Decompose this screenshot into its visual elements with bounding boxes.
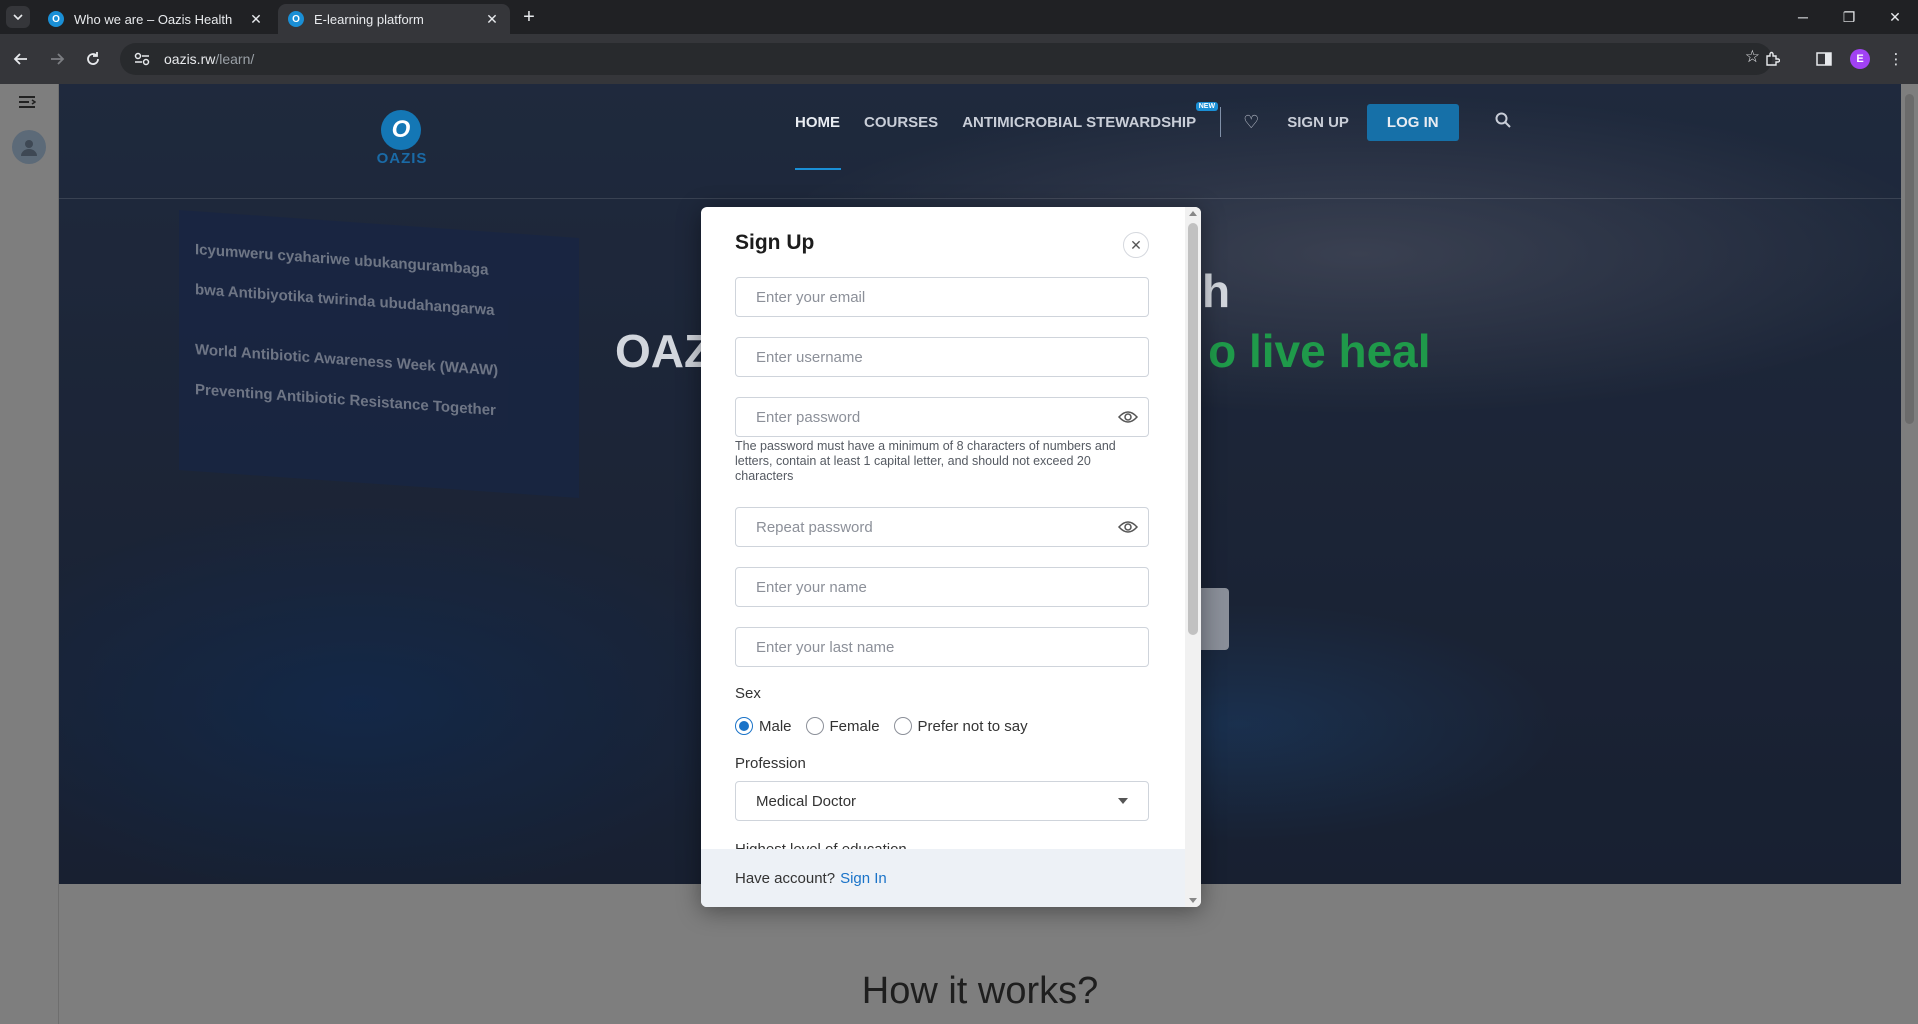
- reload-icon: [87, 52, 99, 65]
- address-bar[interactable]: oazis.rw/learn/ ☆: [120, 43, 1772, 75]
- nav-stewardship-label: ANTIMICROBIAL STEWARDSHIP: [962, 113, 1197, 131]
- nav-signup[interactable]: SIGN UP: [1287, 114, 1349, 131]
- scroll-up-arrow-icon[interactable]: [1189, 211, 1197, 216]
- back-button[interactable]: [9, 47, 33, 71]
- education-label: Highest level of education: [735, 841, 907, 849]
- nav-active-indicator: [795, 168, 841, 170]
- radio-label: Male: [759, 717, 792, 735]
- sex-radio-group: Male Female Prefer not to say: [735, 717, 1042, 735]
- profession-value: Medical Doctor: [756, 792, 857, 810]
- user-avatar-icon[interactable]: [12, 130, 46, 164]
- modal-title: Sign Up: [735, 231, 815, 254]
- browser-menu-icon[interactable]: ⋮: [1884, 47, 1908, 71]
- tab-search-button[interactable]: [6, 6, 30, 28]
- how-it-works-title: How it works?: [861, 970, 1099, 1012]
- oazis-logo-icon: O: [381, 110, 421, 150]
- radio-label: Prefer not to say: [917, 717, 1028, 735]
- browser-tab-elearning[interactable]: O E-learning platform ✕: [278, 4, 510, 34]
- side-panel-icon[interactable]: [1812, 47, 1836, 71]
- footer-text: Have account?: [735, 869, 836, 887]
- login-button[interactable]: LOG IN: [1366, 103, 1459, 141]
- site-info-icon[interactable]: [126, 47, 158, 71]
- header-divider: [59, 198, 1901, 199]
- radio-label: Female: [829, 717, 880, 735]
- modal-footer: Have account? Sign In: [701, 849, 1185, 907]
- browser-toolbar: oazis.rw/learn/ ☆ E ⋮: [0, 34, 1918, 84]
- radio-prefer-not-to-say[interactable]: Prefer not to say: [893, 717, 1028, 735]
- site-nav: HOME COURSES ANTIMICROBIAL STEWARDSHIP NE…: [795, 101, 1511, 141]
- nav-stewardship[interactable]: ANTIMICROBIAL STEWARDSHIP NEW: [962, 101, 1219, 131]
- profession-select[interactable]: Medical Doctor: [735, 781, 1149, 821]
- signup-modal: Sign Up ✕ The password must have a minim…: [701, 207, 1201, 907]
- password-hint: The password must have a minimum of 8 ch…: [735, 439, 1116, 483]
- bookmark-star-icon[interactable]: ☆: [1745, 47, 1760, 67]
- repeat-password-field[interactable]: [735, 507, 1149, 547]
- sign-in-link[interactable]: Sign In: [840, 870, 887, 887]
- hero-title-left: OAZ: [615, 325, 713, 377]
- restore-button[interactable]: ❐: [1826, 0, 1872, 34]
- modal-scrollbar[interactable]: [1185, 207, 1201, 907]
- username-field[interactable]: [735, 337, 1149, 377]
- new-badge: NEW: [1195, 101, 1219, 111]
- forward-button[interactable]: [45, 47, 69, 71]
- close-icon[interactable]: ✕: [484, 11, 500, 28]
- nav-courses[interactable]: COURSES: [864, 114, 938, 131]
- hero-button-fragment[interactable]: [1199, 588, 1229, 650]
- scroll-down-arrow-icon[interactable]: [1189, 898, 1197, 903]
- radio-male[interactable]: Male: [735, 717, 792, 735]
- tab-title: Who we are – Oazis Health: [74, 11, 233, 27]
- close-icon[interactable]: ✕: [1123, 232, 1149, 258]
- site-logo[interactable]: O OAZIS: [367, 110, 431, 180]
- profession-label: Profession: [735, 755, 806, 772]
- menu-icon[interactable]: [18, 92, 40, 114]
- profile-avatar[interactable]: E: [1850, 49, 1870, 69]
- nav-home[interactable]: HOME: [795, 114, 840, 131]
- sex-label: Sex: [735, 685, 761, 702]
- radio-circle-checked[interactable]: [735, 717, 753, 735]
- oazis-favicon-icon: O: [288, 11, 304, 27]
- tab-title: E-learning platform: [314, 11, 424, 27]
- heart-icon[interactable]: ♡: [1243, 112, 1259, 133]
- page-scrollbar-thumb[interactable]: [1905, 94, 1914, 424]
- nav-divider: [1220, 107, 1222, 137]
- radio-female[interactable]: Female: [805, 717, 880, 735]
- minimize-button[interactable]: ─: [1780, 0, 1826, 34]
- arrow-left-icon: [13, 53, 27, 65]
- eye-icon[interactable]: [1117, 507, 1139, 547]
- modal-scrollbar-thumb[interactable]: [1188, 223, 1198, 635]
- side-rail: [0, 84, 59, 1024]
- browser-tab-who-we-are[interactable]: O Who we are – Oazis Health ✕: [38, 4, 274, 34]
- browser-tabstrip: O Who we are – Oazis Health ✕ O E-learni…: [0, 0, 1918, 34]
- hero-title-accent: o live heal: [1208, 325, 1431, 377]
- eye-icon[interactable]: [1117, 397, 1139, 437]
- arrow-right-icon: [51, 53, 65, 65]
- window-close-button[interactable]: ✕: [1872, 0, 1918, 34]
- page-scrollbar[interactable]: [1901, 84, 1918, 1024]
- url-host: oazis.rw: [164, 51, 216, 67]
- new-tab-button[interactable]: +: [518, 6, 540, 28]
- search-icon[interactable]: [1495, 112, 1511, 133]
- url-text: oazis.rw/learn/: [164, 51, 254, 67]
- reload-button[interactable]: [81, 47, 105, 71]
- radio-circle[interactable]: [805, 717, 824, 735]
- signup-modal-body: Sign Up ✕ The password must have a minim…: [701, 207, 1185, 849]
- chevron-down-icon: [13, 14, 23, 20]
- first-name-field[interactable]: [735, 567, 1149, 607]
- chevron-down-icon: [1118, 798, 1128, 804]
- hero-title-fragment: h: [1202, 265, 1231, 317]
- close-icon[interactable]: ✕: [248, 11, 264, 28]
- password-field[interactable]: [735, 397, 1149, 437]
- last-name-field[interactable]: [735, 627, 1149, 667]
- extensions-icon[interactable]: [1760, 47, 1784, 71]
- oazis-favicon-icon: O: [48, 11, 64, 27]
- logo-text: OAZIS: [376, 150, 428, 167]
- radio-circle[interactable]: [893, 717, 912, 735]
- url-path: /learn/: [215, 51, 255, 67]
- email-field[interactable]: [735, 277, 1149, 317]
